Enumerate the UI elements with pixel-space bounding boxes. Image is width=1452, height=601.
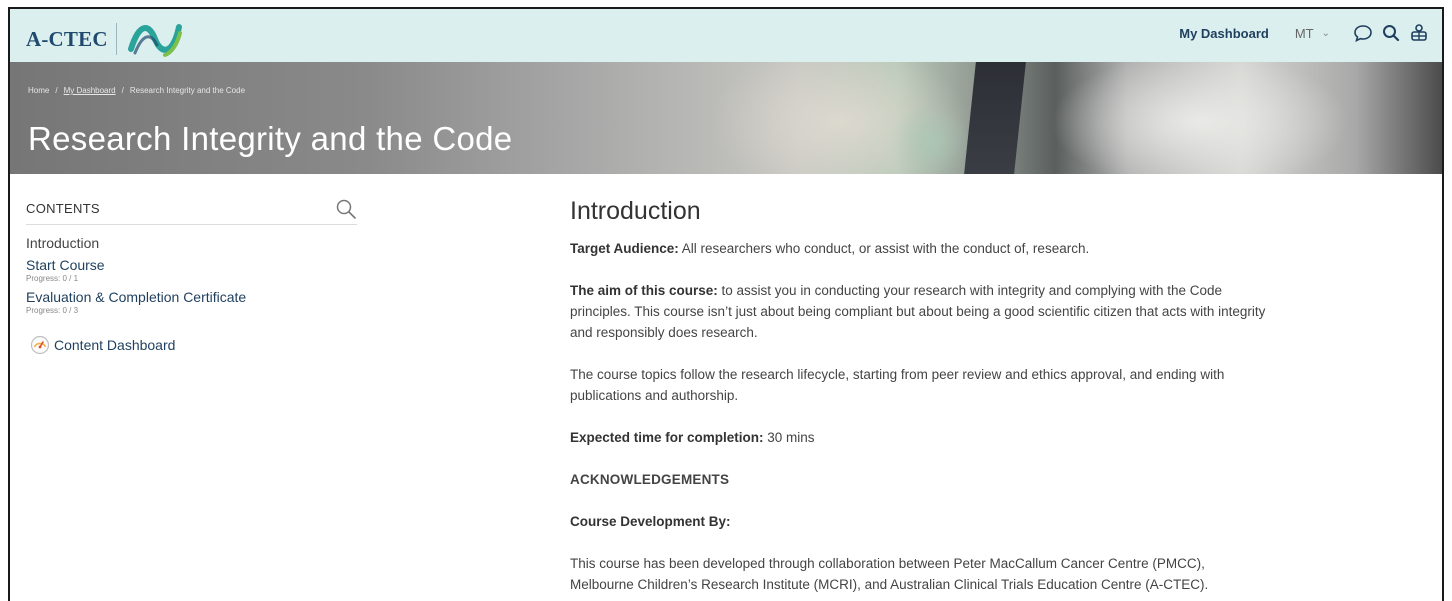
banner-image-shadow xyxy=(964,62,1026,174)
breadcrumb: Home / My Dashboard / Research Integrity… xyxy=(28,86,245,95)
brand-divider xyxy=(115,23,117,55)
course-aim-paragraph: The aim of this course: to assist you in… xyxy=(570,280,1270,343)
top-bar: A-CTEC My Dashboard MT ⌄ xyxy=(10,9,1442,62)
breadcrumb-separator: / xyxy=(121,86,124,95)
user-menu-initials[interactable]: MT xyxy=(1295,26,1314,41)
course-development-paragraph: Course Development By: xyxy=(570,511,1270,532)
course-development-label: Course Development By: xyxy=(570,514,731,529)
course-banner: Home / My Dashboard / Research Integrity… xyxy=(10,62,1442,174)
breadcrumb-my-dashboard[interactable]: My Dashboard xyxy=(64,86,116,95)
support-icon[interactable] xyxy=(1408,22,1430,44)
breadcrumb-current: Research Integrity and the Code xyxy=(129,86,246,95)
course-topics-paragraph: The course topics follow the research li… xyxy=(570,367,1225,403)
chat-icon[interactable] xyxy=(1352,22,1374,44)
content-dashboard-label: Content Dashboard xyxy=(54,337,176,353)
contents-item-introduction[interactable]: Introduction xyxy=(26,235,357,251)
breadcrumb-home[interactable]: Home xyxy=(28,86,49,95)
course-aim-label: The aim of this course: xyxy=(570,283,718,298)
contents-item-evaluation[interactable]: Evaluation & Completion Certificate Prog… xyxy=(26,289,357,315)
section-heading: Introduction xyxy=(570,197,701,225)
acknowledgements-heading: ACKNOWLEDGEMENTS xyxy=(570,472,730,487)
contents-header: CONTENTS xyxy=(26,199,357,225)
contents-item-label: Evaluation & Completion Certificate xyxy=(26,289,247,305)
target-audience-label: Target Audience: xyxy=(570,241,679,256)
completion-time-value: 30 mins xyxy=(763,430,815,445)
course-development-text: This course has been developed through c… xyxy=(570,556,1209,592)
target-audience-text: All researchers who conduct, or assist w… xyxy=(678,241,1090,256)
contents-item-progress: Progress: 0 / 3 xyxy=(26,306,79,315)
my-dashboard-link[interactable]: My Dashboard xyxy=(1179,26,1269,41)
brand[interactable]: A-CTEC xyxy=(26,19,185,59)
contents-item-start-course[interactable]: Start Course Progress: 0 / 1 xyxy=(26,257,357,283)
contents-title: CONTENTS xyxy=(26,201,100,216)
contents-item-label: Introduction xyxy=(26,235,100,251)
completion-time-label: Expected time for completion: xyxy=(570,430,764,445)
search-icon[interactable] xyxy=(1380,22,1402,44)
contents-search-icon[interactable] xyxy=(335,198,357,220)
top-nav: My Dashboard MT ⌄ xyxy=(1179,21,1430,45)
banner-image-light xyxy=(1050,62,1350,174)
chevron-down-icon[interactable]: ⌄ xyxy=(1322,28,1330,39)
brand-logo-icon xyxy=(127,24,182,57)
brand-name: A-CTEC xyxy=(26,26,108,51)
page-title: Research Integrity and the Code xyxy=(28,120,513,157)
banner-image-detail xyxy=(890,102,970,174)
completion-time-paragraph: Expected time for completion: 30 mins xyxy=(570,427,1270,448)
contents-item-progress: Progress: 0 / 1 xyxy=(26,274,79,283)
contents-sidebar: CONTENTS Introduction Start Course Progr… xyxy=(26,199,357,355)
breadcrumb-separator: / xyxy=(55,86,58,95)
app-frame: A-CTEC My Dashboard MT ⌄ Home / My Dashb… xyxy=(8,7,1444,601)
contents-list: Introduction Start Course Progress: 0 / … xyxy=(26,235,357,315)
main-content: Introduction Target Audience: All resear… xyxy=(570,197,1270,601)
target-audience-paragraph: Target Audience: All researchers who con… xyxy=(570,238,1270,259)
contents-item-label: Start Course xyxy=(26,257,105,273)
content-dashboard-link[interactable]: Content Dashboard xyxy=(30,335,357,355)
dashboard-gauge-icon xyxy=(30,335,50,355)
